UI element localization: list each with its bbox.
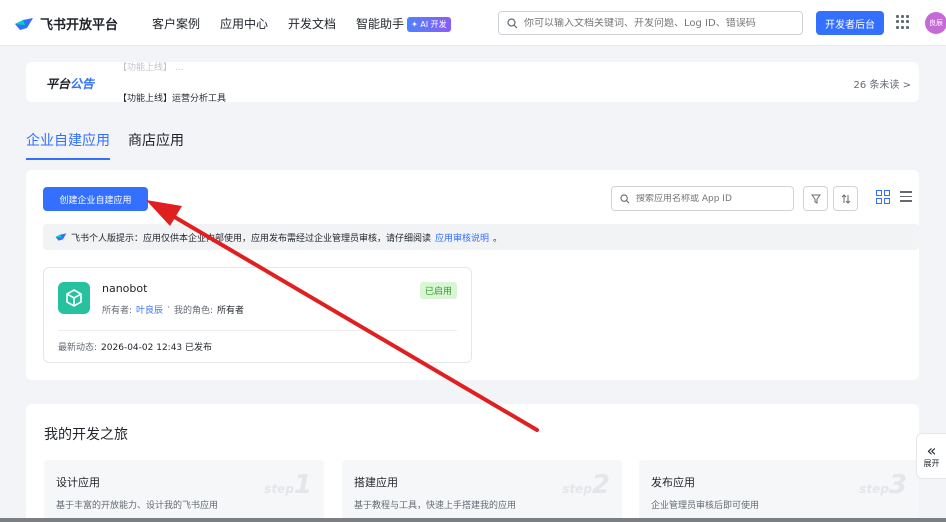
activity-value: 2026-04-02 12:43 已发布	[101, 343, 213, 353]
step-word: step	[264, 482, 294, 496]
announcement-title-a: 平台	[46, 77, 71, 91]
doc-search-box[interactable]	[498, 11, 803, 35]
app-activity: 最新动态: 2026-04-02 12:43 已发布	[58, 340, 212, 353]
step-number: step3	[859, 470, 907, 500]
step-number: step1	[264, 470, 312, 500]
divider	[58, 330, 457, 331]
top-navigation-bar: 飞书开放平台 客户案例 应用中心 开发文档 智能助手✦ AI 开发 开发者后台 …	[0, 0, 946, 46]
nav-dev-docs[interactable]: 开发文档	[288, 15, 336, 32]
app-search-box[interactable]	[611, 186, 794, 211]
list-view-icon[interactable]	[900, 191, 912, 203]
feishu-logo[interactable]: 飞书开放平台	[14, 14, 118, 33]
app-name: nanobot	[102, 282, 148, 295]
filter-icon	[810, 194, 821, 204]
meta-separator: ·	[167, 303, 170, 313]
step-card-build[interactable]: 搭建应用 基于教程与工具，快速上手搭建我的应用 step2	[342, 460, 622, 522]
expand-side-panel-button[interactable]: « 展开	[916, 433, 946, 479]
main-nav: 客户案例 应用中心 开发文档 智能助手 ✦ AI 开发	[152, 15, 451, 32]
nav-smart-assistant[interactable]: 智能助手 ✦ AI 开发	[356, 15, 451, 32]
owner-label: 所有者:	[102, 306, 133, 316]
avatar[interactable]: 良辰	[925, 12, 946, 34]
search-icon	[620, 193, 630, 203]
app-cube-icon	[58, 282, 90, 314]
search-icon	[507, 17, 518, 28]
personal-edition-tip: 飞书个人版提示：应用仅供本企业内部使用，应用发布需经过企业管理员审核，请仔细阅读…	[43, 224, 919, 250]
role-value: 所有者	[216, 306, 244, 316]
nav-app-center[interactable]: 应用中心	[220, 15, 268, 32]
logo-text: 飞书开放平台	[40, 18, 119, 33]
feishu-logo-icon	[15, 17, 33, 30]
double-chevron-left-icon: «	[926, 440, 937, 460]
tip-suffix: 。	[493, 233, 503, 244]
expand-label: 展开	[923, 458, 940, 468]
tip-text: 飞书个人版提示：应用仅供本企业内部使用，应用发布需经过企业管理员审核，请仔细阅读	[71, 233, 432, 244]
activity-label: 最新动态:	[58, 343, 98, 353]
tab-store-apps[interactable]: 商店应用	[128, 130, 184, 160]
status-badge: 已启用	[419, 282, 457, 299]
step-card-publish[interactable]: 发布应用 企业管理员审核后即可使用 step3	[639, 460, 919, 522]
platform-announcement: 【功能上线】 ... 平台公告 【功能上线】运营分析工具 26 条未读 >	[26, 62, 919, 104]
step-number-value: 3	[888, 470, 907, 500]
step-card-design[interactable]: 设计应用 基于丰富的开放能力、设计我的飞书应用 step1	[44, 460, 324, 522]
doc-search-input[interactable]	[524, 17, 794, 29]
announcement-title-b: 公告	[70, 77, 95, 91]
step-word: step	[859, 482, 889, 496]
journey-title: 我的开发之旅	[44, 427, 128, 443]
dev-journey-section: 我的开发之旅 设计应用 基于丰富的开放能力、设计我的飞书应用 step1 搭建应…	[26, 404, 919, 522]
bottom-border	[0, 518, 946, 522]
owner-name[interactable]: 叶良辰	[136, 303, 163, 316]
grid-view-icon[interactable]	[875, 189, 891, 205]
step-word: step	[562, 482, 592, 496]
tab-custom-apps[interactable]: 企业自建应用	[26, 130, 110, 160]
apps-grid-icon[interactable]	[896, 15, 910, 29]
developer-console-button[interactable]: 开发者后台	[816, 11, 884, 35]
review-guide-link[interactable]: 应用审核说明	[435, 231, 489, 244]
announcement-previous-item: 【功能上线】 ...	[118, 63, 184, 73]
app-meta: 所有者: 叶良辰 · 我的角色: 所有者	[102, 303, 244, 316]
step-number: step2	[562, 470, 610, 500]
nav-customer-cases[interactable]: 客户案例	[152, 15, 200, 32]
app-card[interactable]: nanobot 已启用 所有者: 叶良辰 · 我的角色: 所有者 最新动态: 2…	[43, 267, 472, 363]
sort-icon	[841, 193, 850, 204]
app-type-tabs: 企业自建应用 商店应用	[26, 130, 184, 160]
filter-button[interactable]	[803, 186, 828, 211]
unread-count-link[interactable]: 26 条未读 >	[854, 76, 911, 91]
create-custom-app-button[interactable]: 创建企业自建应用	[43, 187, 148, 211]
role-label: 我的角色:	[173, 306, 213, 316]
ai-badge: ✦ AI 开发	[407, 17, 451, 32]
app-search-input[interactable]	[636, 193, 786, 204]
apps-panel: 创建企业自建应用 飞书个人版提示：应用仅供本企业内部使用，应用发布需经过企业管理…	[26, 170, 919, 380]
step-number-value: 2	[591, 470, 610, 500]
nav-smart-assistant-label: 智能助手	[356, 17, 405, 31]
step-number-value: 1	[293, 470, 312, 500]
feishu-logo-small-icon	[55, 233, 67, 241]
sort-button[interactable]	[833, 186, 858, 211]
announcement-item[interactable]: 【功能上线】运营分析工具	[118, 91, 226, 104]
announcement-title: 平台公告	[46, 75, 94, 92]
